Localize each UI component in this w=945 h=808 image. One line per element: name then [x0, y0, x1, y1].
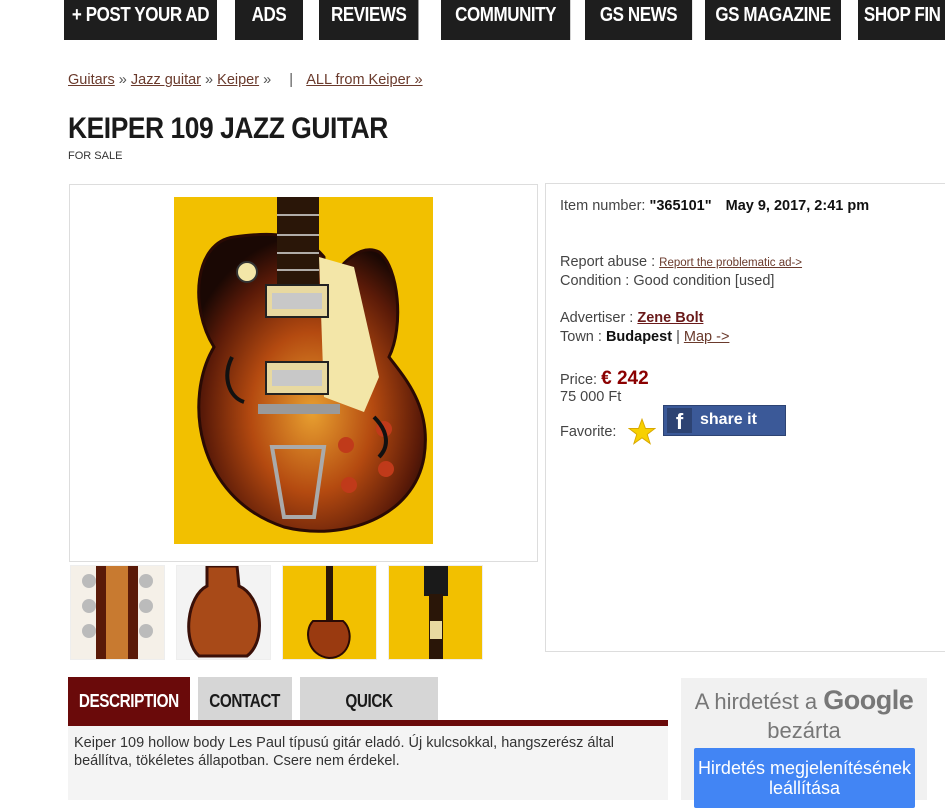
tab-description-label: DESCRIPTION: [79, 691, 179, 711]
guitar-back-icon: [177, 566, 270, 659]
nav-community-label: COMMUNITY: [455, 4, 557, 26]
tab-description[interactable]: DESCRIPTION: [68, 677, 190, 720]
favorite-label: Favorite:: [560, 424, 617, 440]
nav-reviews[interactable]: REVIEWS: [319, 0, 419, 40]
favorite-star-icon[interactable]: [628, 418, 656, 446]
guitar-image-icon: [174, 197, 433, 544]
ad-closed-line2: bezárta: [767, 718, 841, 743]
report-abuse-link[interactable]: Report the problematic ad->: [659, 257, 802, 269]
nav-shop-finder[interactable]: SHOP FIN: [858, 0, 945, 40]
google-logo-text: Google: [823, 685, 914, 715]
breadcrumb: Guitars » Jazz guitar » Keiper » | ALL f…: [68, 72, 423, 88]
breadcrumb-separator: »: [263, 72, 272, 88]
advertiser-link[interactable]: Zene Bolt: [637, 310, 703, 326]
guitar-headstock-icon: [71, 566, 164, 659]
nav-gs-magazine-label: GS MAGAZINE: [715, 4, 831, 26]
listing-date: May 9, 2017, 2:41 pm: [725, 198, 870, 214]
tab-quick-reviews[interactable]: QUICK REVIEWS: [300, 677, 438, 759]
nav-post-ad-label: + POST YOUR AD: [71, 4, 210, 26]
stop-ad-button-label: Hirdetés megjelenítésének leállítása: [697, 758, 912, 798]
map-link[interactable]: Map ->: [684, 329, 730, 345]
tab-contact-label: CONTACT: [209, 691, 281, 711]
advertiser-row: Advertiser : Zene Bolt: [560, 310, 703, 326]
nav-reviews-label: REVIEWS: [331, 4, 407, 26]
nav-ads[interactable]: ADS: [235, 0, 303, 40]
breadcrumb-keiper[interactable]: Keiper: [217, 72, 259, 88]
thumbnail-full-front[interactable]: [282, 565, 377, 660]
item-number-label: Item number:: [560, 198, 646, 214]
item-number-row: Item number: "365101" May 9, 2017, 2:41 …: [560, 198, 869, 214]
nav-shop-finder-label: SHOP FIN: [863, 4, 941, 26]
report-abuse-row: Report abuse : Report the problematic ad…: [560, 254, 802, 270]
thumbnail-headstock-front[interactable]: [388, 565, 483, 660]
share-label: share it: [700, 411, 757, 428]
facebook-icon: f: [667, 408, 692, 434]
breadcrumb-jazz-guitar[interactable]: Jazz guitar: [131, 72, 201, 88]
guitar-front-icon: [283, 566, 376, 659]
facebook-share-button[interactable]: f share it: [663, 405, 786, 436]
town-value: Budapest: [605, 329, 673, 345]
top-navigation: + POST YOUR AD ADS REVIEWS COMMUNITY GS …: [0, 0, 945, 40]
town-separator: |: [676, 329, 680, 345]
main-guitar-photo[interactable]: [174, 197, 433, 544]
page-subtitle: FOR SALE: [68, 150, 123, 162]
tab-contact[interactable]: CONTACT: [198, 677, 292, 720]
description-text: Keiper 109 hollow body Les Paul típusú g…: [74, 735, 615, 769]
page-title: KEIPER 109 JAZZ GUITAR: [68, 112, 388, 145]
price-huf: 75 000 Ft: [560, 389, 622, 405]
stop-ad-button[interactable]: Hirdetés megjelenítésének leállítása: [694, 748, 915, 808]
breadcrumb-divider: |: [289, 72, 293, 88]
nav-gs-news[interactable]: GS NEWS: [585, 0, 693, 40]
breadcrumb-separator: »: [205, 72, 214, 88]
nav-gs-magazine[interactable]: GS MAGAZINE: [705, 0, 841, 40]
breadcrumb-separator: »: [118, 72, 127, 88]
report-abuse-label: Report abuse :: [560, 254, 656, 270]
listing-info-panel: Item number: "365101" May 9, 2017, 2:41 …: [545, 183, 945, 652]
advertiser-label: Advertiser :: [560, 310, 634, 326]
guitar-neck-icon: [389, 566, 482, 659]
ad-closed-line1: A hirdetést a: [694, 689, 818, 714]
google-ad-closed-box: A hirdetést a Google bezárta Hirdetés me…: [681, 678, 927, 808]
description-panel: Keiper 109 hollow body Les Paul típusú g…: [68, 726, 668, 800]
condition-row: Condition : Good condition [used]: [560, 273, 775, 289]
item-number-value: "365101": [649, 198, 712, 214]
nav-post-ad[interactable]: + POST YOUR AD: [64, 0, 217, 40]
nav-gs-news-label: GS NEWS: [599, 4, 678, 26]
ad-closed-message: A hirdetést a Google bezárta: [681, 686, 927, 745]
breadcrumb-all-from-keiper[interactable]: ALL from Keiper »: [306, 72, 422, 88]
thumbnail-headstock[interactable]: [70, 565, 165, 660]
price-eur: € 242: [601, 368, 649, 389]
thumbnail-back[interactable]: [176, 565, 271, 660]
listing-tabs: DESCRIPTION CONTACT QUICK REVIEWS: [68, 677, 668, 759]
breadcrumb-guitars[interactable]: Guitars: [68, 72, 115, 88]
town-label: Town :: [560, 329, 602, 345]
main-photo-frame: [69, 184, 538, 562]
nav-community[interactable]: COMMUNITY: [441, 0, 571, 40]
price-row: Price: € 242: [560, 368, 649, 390]
price-label: Price:: [560, 372, 598, 388]
nav-ads-label: ADS: [251, 4, 287, 26]
town-row: Town : Budapest | Map ->: [560, 329, 729, 345]
